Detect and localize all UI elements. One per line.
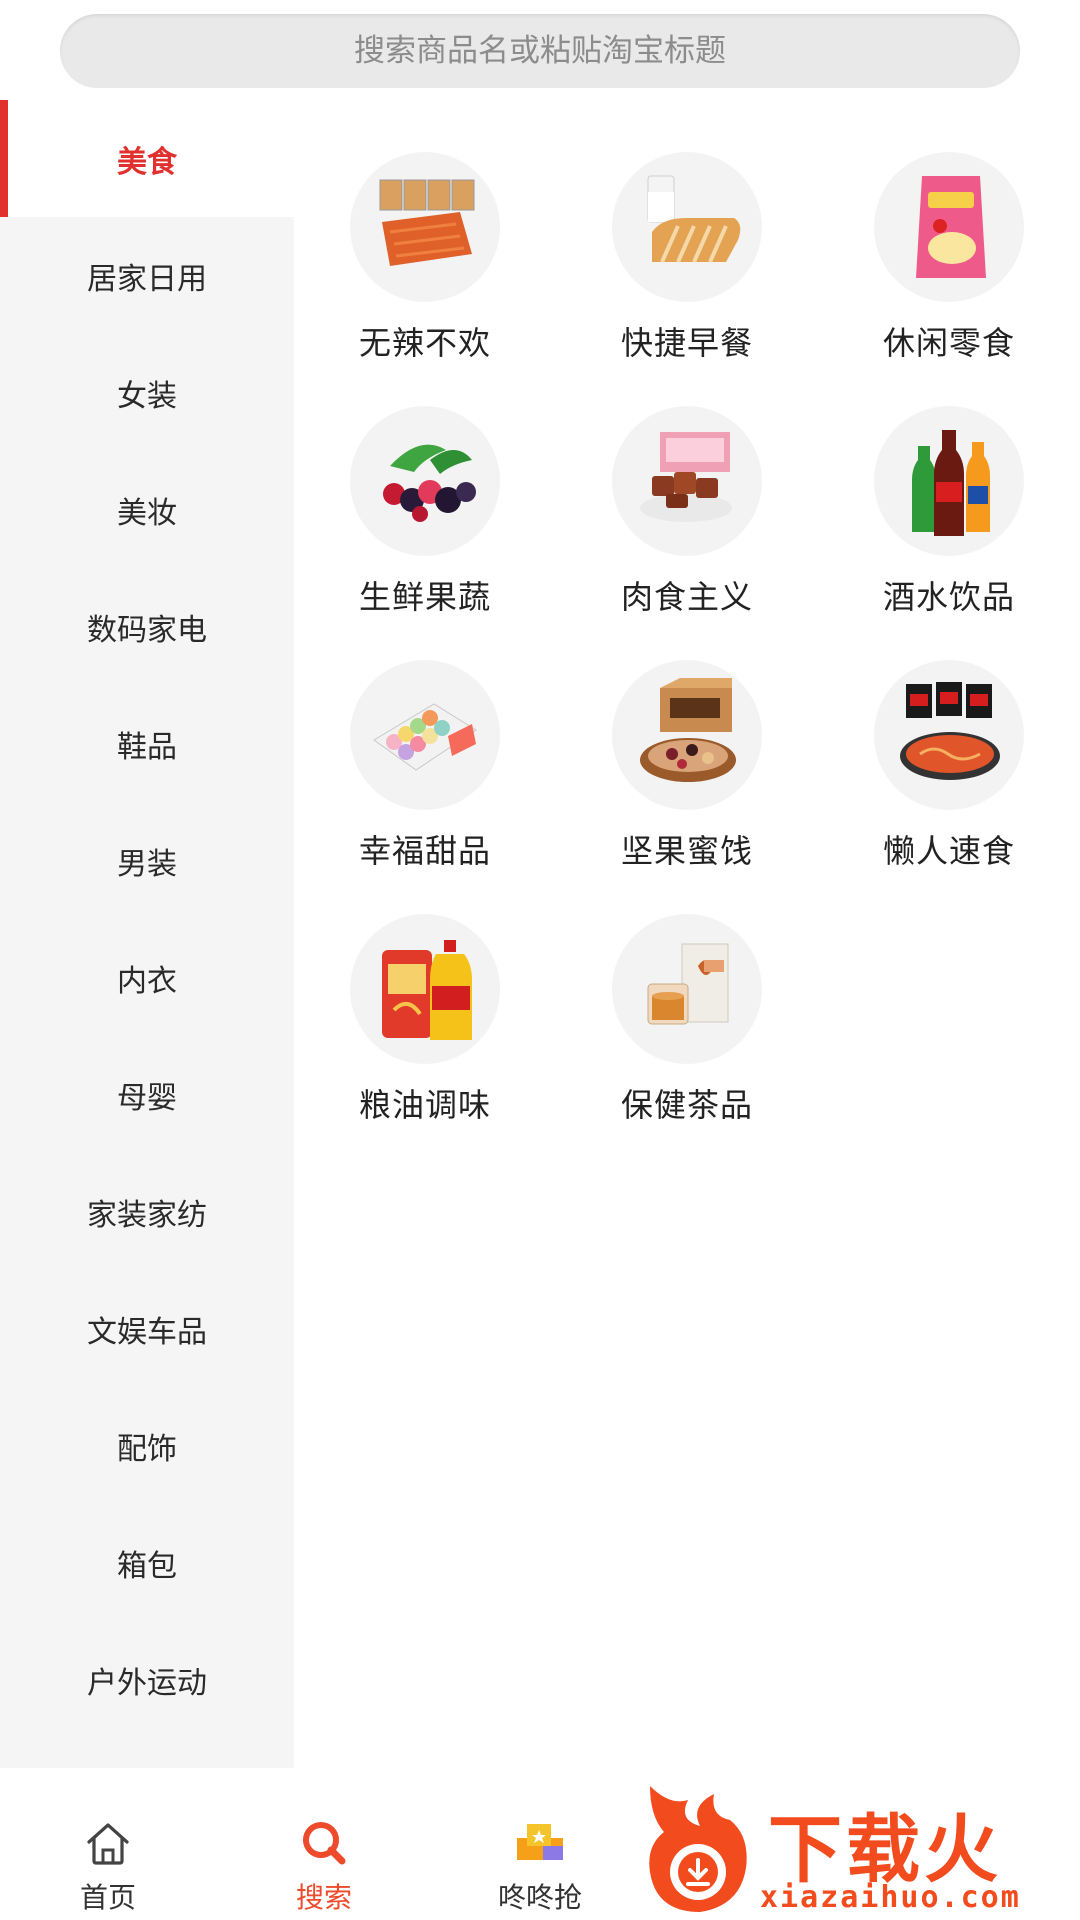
- category-item[interactable]: 快捷早餐: [556, 152, 818, 364]
- sidebar-item-food[interactable]: 美食: [0, 100, 294, 217]
- sidebar-item-baby[interactable]: 母婴: [0, 1036, 294, 1153]
- sidebar-item-label: 居家日用: [87, 261, 207, 297]
- macarons-icon: [350, 660, 500, 810]
- sidebar-item-label: 箱包: [117, 1548, 177, 1584]
- category-item[interactable]: 保健茶品: [556, 914, 818, 1126]
- tab-label: 首页: [79, 1881, 136, 1914]
- sidebar-item-label: 内衣: [117, 963, 177, 999]
- category-item[interactable]: 粮油调味: [294, 914, 556, 1126]
- sidebar-item-label: 家装家纺: [87, 1197, 207, 1233]
- sidebar-item-mens-wear[interactable]: 男装: [0, 802, 294, 919]
- category-label: 快捷早餐: [620, 324, 753, 362]
- search-bar: [60, 14, 1020, 88]
- category-grid: 无辣不欢 快捷早餐 休闲零食 生鲜果蔬 肉食主义 酒水饮品 幸福甜品 坚果蜜饯 …: [294, 100, 1080, 1126]
- sidebar-item-label: 户外运动: [87, 1665, 207, 1701]
- sidebar-item-digital[interactable]: 数码家电: [0, 568, 294, 685]
- sidebar-item-underwear[interactable]: 内衣: [0, 919, 294, 1036]
- category-item[interactable]: 酒水饮品: [818, 406, 1080, 618]
- category-label: 保健茶品: [620, 1086, 753, 1124]
- sidebar-item-label: 美食: [117, 144, 177, 180]
- category-item[interactable]: 生鲜果蔬: [294, 406, 556, 618]
- category-item[interactable]: 幸福甜品: [294, 660, 556, 872]
- category-item[interactable]: 休闲零食: [818, 152, 1080, 364]
- sidebar-item-shoes[interactable]: 鞋品: [0, 685, 294, 802]
- sidebar-item-home-textile[interactable]: 家装家纺: [0, 1153, 294, 1270]
- bread-milk-icon: [612, 152, 762, 302]
- category-item[interactable]: 懒人速食: [818, 660, 1080, 872]
- category-item[interactable]: 肉食主义: [556, 406, 818, 618]
- nuts-box-icon: [612, 660, 762, 810]
- sidebar-item-beauty[interactable]: 美妆: [0, 451, 294, 568]
- category-label: 坚果蜜饯: [620, 832, 753, 870]
- spicy-snack-icon: [350, 152, 500, 302]
- snack-bag-icon: [874, 152, 1024, 302]
- sidebar-item-label: 美妆: [117, 495, 177, 531]
- sidebar-item-outdoor[interactable]: 户外运动: [0, 1621, 294, 1738]
- sidebar-item-label: 文娱车品: [87, 1314, 207, 1350]
- rice-oil-icon: [350, 914, 500, 1064]
- tea-box-icon: [612, 914, 762, 1064]
- sidebar-item-bags[interactable]: 箱包: [0, 1504, 294, 1621]
- category-label: 粮油调味: [358, 1086, 491, 1124]
- sidebar-item-label: 鞋品: [117, 729, 177, 765]
- sidebar-item-label: 配饰: [117, 1431, 177, 1467]
- category-label: 幸福甜品: [358, 832, 491, 870]
- category-label: 懒人速食: [882, 832, 1015, 870]
- sidebar-item-womens-wear[interactable]: 女装: [0, 334, 294, 451]
- gift-icon: [517, 1824, 563, 1860]
- tab-flash-deals[interactable]: 咚咚抢: [432, 1768, 648, 1920]
- sidebar-item-accessories[interactable]: 配饰: [0, 1387, 294, 1504]
- sidebar-item-entertainment-car[interactable]: 文娱车品: [0, 1270, 294, 1387]
- sidebar-item-label: 数码家电: [87, 612, 207, 648]
- category-label: 生鲜果蔬: [358, 578, 491, 616]
- sidebar-item-label: 母婴: [117, 1080, 177, 1116]
- category-label: 休闲零食: [882, 324, 1015, 362]
- watermark-url: xiazaihuo.com: [760, 1880, 1021, 1915]
- home-icon: [87, 1823, 129, 1865]
- tab-label: 咚咚抢: [497, 1881, 582, 1914]
- category-label: 肉食主义: [620, 578, 753, 616]
- sidebar-item-household[interactable]: 居家日用: [0, 217, 294, 334]
- flame-logo-icon: [649, 1786, 747, 1912]
- category-sidebar: 美食 居家日用 女装 美妆 数码家电 鞋品 男装 内衣 母婴 家装家纺 文娱车品…: [0, 100, 294, 1768]
- berries-icon: [350, 406, 500, 556]
- instant-noodles-icon: [874, 660, 1024, 810]
- watermark-logo: 下载火 xiazaihuo.com: [640, 1776, 1080, 1920]
- category-item[interactable]: 无辣不欢: [294, 152, 556, 364]
- category-label: 无辣不欢: [358, 324, 491, 362]
- search-icon: [303, 1822, 346, 1865]
- sidebar-item-label: 男装: [117, 846, 177, 882]
- category-label: 酒水饮品: [882, 578, 1015, 616]
- search-input[interactable]: [60, 14, 1020, 88]
- soda-bottles-icon: [874, 406, 1024, 556]
- tab-home[interactable]: 首页: [0, 1768, 216, 1920]
- category-item[interactable]: 坚果蜜饯: [556, 660, 818, 872]
- tab-search[interactable]: 搜索: [216, 1768, 432, 1920]
- meat-box-icon: [612, 406, 762, 556]
- sidebar-item-label: 女装: [117, 378, 177, 414]
- tab-label: 搜索: [295, 1881, 352, 1914]
